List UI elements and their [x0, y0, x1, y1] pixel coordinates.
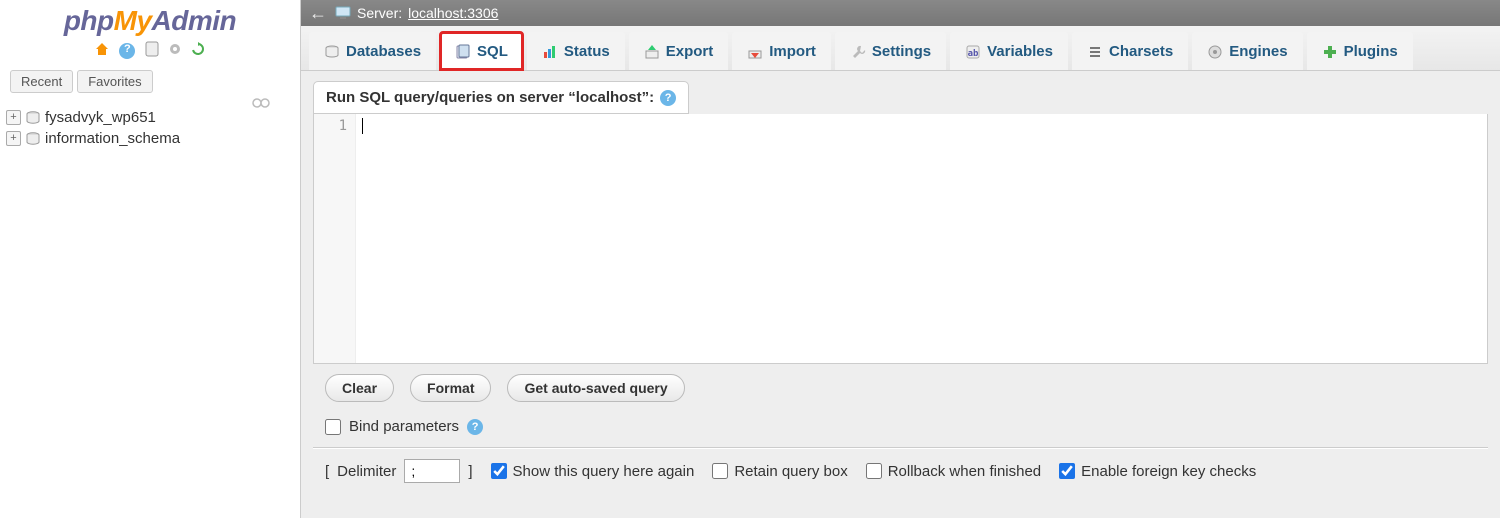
tab-databases[interactable]: Databases — [309, 32, 436, 70]
tree-item-label: fysadvyk_wp651 — [45, 109, 156, 126]
main-area: ← Server: localhost:3306 Databases SQL S… — [300, 0, 1500, 518]
bottom-options-bar: [ Delimiter ] Show this query here again… — [313, 448, 1488, 493]
database-icon — [25, 110, 41, 126]
tab-plugins[interactable]: Plugins — [1307, 32, 1413, 70]
delimiter-label: Delimiter — [337, 463, 396, 480]
help-icon[interactable]: ? — [467, 419, 483, 435]
tab-settings[interactable]: Settings — [835, 32, 946, 70]
logo[interactable]: phpMyAdmin — [0, 0, 300, 39]
server-label-prefix: Server: — [357, 5, 402, 21]
rollback-checkbox[interactable] — [866, 463, 882, 479]
line-number: 1 — [339, 118, 347, 134]
opt-foreign-key[interactable]: Enable foreign key checks — [1059, 463, 1256, 480]
clear-button[interactable]: Clear — [325, 374, 394, 402]
sql-doc-icon[interactable] — [145, 41, 159, 60]
recent-button[interactable]: Recent — [10, 70, 73, 93]
svg-text:ab: ab — [968, 49, 979, 59]
opt-retain[interactable]: Retain query box — [712, 463, 847, 480]
tab-label: Charsets — [1109, 43, 1173, 60]
plugin-icon — [1322, 44, 1338, 60]
tab-label: SQL — [477, 43, 508, 60]
retain-checkbox[interactable] — [712, 463, 728, 479]
tree-item-db[interactable]: + fysadvyk_wp651 — [6, 107, 294, 128]
reload-icon[interactable] — [190, 41, 206, 60]
tab-label: Plugins — [1344, 43, 1398, 60]
database-icon — [25, 131, 41, 147]
get-autosaved-button[interactable]: Get auto-saved query — [507, 374, 684, 402]
delimiter-input[interactable] — [404, 459, 460, 483]
tab-engines[interactable]: Engines — [1192, 32, 1302, 70]
database-icon — [324, 44, 340, 60]
logo-part-my: My — [114, 5, 152, 36]
tab-import[interactable]: Import — [732, 32, 831, 70]
status-icon — [542, 44, 558, 60]
text-cursor — [362, 118, 363, 134]
expand-icon[interactable]: + — [6, 131, 21, 146]
tab-label: Databases — [346, 43, 421, 60]
bind-params-row: Bind parameters ? — [313, 412, 1488, 448]
expand-icon[interactable]: + — [6, 110, 21, 125]
collapse-icon[interactable] — [252, 96, 270, 111]
bracket-open: [ — [325, 463, 329, 480]
format-button[interactable]: Format — [410, 374, 491, 402]
back-arrow-icon[interactable]: ← — [307, 3, 329, 24]
tab-label: Import — [769, 43, 816, 60]
tab-label: Engines — [1229, 43, 1287, 60]
logo-part-admin: Admin — [152, 5, 237, 36]
bind-params-checkbox[interactable] — [325, 419, 341, 435]
tab-label: Status — [564, 43, 610, 60]
tree-item-label: information_schema — [45, 130, 180, 147]
opt-rollback[interactable]: Rollback when finished — [866, 463, 1041, 480]
panel-heading: Run SQL query/queries on server “localho… — [313, 81, 689, 114]
fk-checkbox[interactable] — [1059, 463, 1075, 479]
help-icon[interactable]: ? — [117, 42, 137, 59]
opt-label: Show this query here again — [513, 463, 695, 480]
tab-charsets[interactable]: Charsets — [1072, 32, 1188, 70]
home-icon[interactable] — [94, 41, 110, 60]
tab-label: Variables — [987, 43, 1053, 60]
show-again-checkbox[interactable] — [491, 463, 507, 479]
favorites-button[interactable]: Favorites — [77, 70, 152, 93]
recent-favorites-toolbar: Recent Favorites — [0, 66, 300, 97]
bind-params-label: Bind parameters — [349, 418, 459, 435]
sql-panel: Run SQL query/queries on server “localho… — [301, 71, 1500, 518]
opt-show-again[interactable]: Show this query here again — [491, 463, 695, 480]
delimiter-group: [ Delimiter ] — [325, 459, 473, 483]
opt-label: Retain query box — [734, 463, 847, 480]
bracket-close: ] — [468, 463, 472, 480]
topbar: ← Server: localhost:3306 — [301, 0, 1500, 26]
tab-label: Settings — [872, 43, 931, 60]
tab-bar: Databases SQL Status Export Import Setti… — [301, 26, 1500, 71]
logo-part-php: php — [64, 5, 114, 36]
panel-heading-text: Run SQL query/queries on server “localho… — [326, 89, 654, 106]
editor-textarea[interactable] — [356, 114, 1487, 363]
tab-status[interactable]: Status — [527, 32, 625, 70]
editor-gutter: 1 — [314, 114, 356, 363]
opt-label: Enable foreign key checks — [1081, 463, 1256, 480]
charsets-icon — [1087, 44, 1103, 60]
sql-editor[interactable]: 1 — [313, 114, 1488, 364]
tab-export[interactable]: Export — [629, 32, 729, 70]
sidebar: phpMyAdmin ? Recent Favorites + fysadvyk… — [0, 0, 300, 518]
sidebar-toolbar: ? — [0, 39, 300, 66]
editor-button-row: Clear Format Get auto-saved query — [313, 364, 1488, 412]
server-label-value: localhost:3306 — [408, 5, 498, 21]
engines-icon — [1207, 44, 1223, 60]
help-icon[interactable]: ? — [660, 90, 676, 106]
tab-sql[interactable]: SQL — [440, 32, 523, 70]
opt-label: Rollback when finished — [888, 463, 1041, 480]
sql-icon — [455, 44, 471, 60]
tree-item-db[interactable]: + information_schema — [6, 128, 294, 149]
variables-icon: ab — [965, 44, 981, 60]
import-icon — [747, 44, 763, 60]
server-icon — [335, 6, 351, 20]
tab-label: Export — [666, 43, 714, 60]
export-icon — [644, 44, 660, 60]
wrench-icon — [850, 44, 866, 60]
gear-icon[interactable] — [167, 41, 183, 60]
tab-variables[interactable]: ab Variables — [950, 32, 1068, 70]
